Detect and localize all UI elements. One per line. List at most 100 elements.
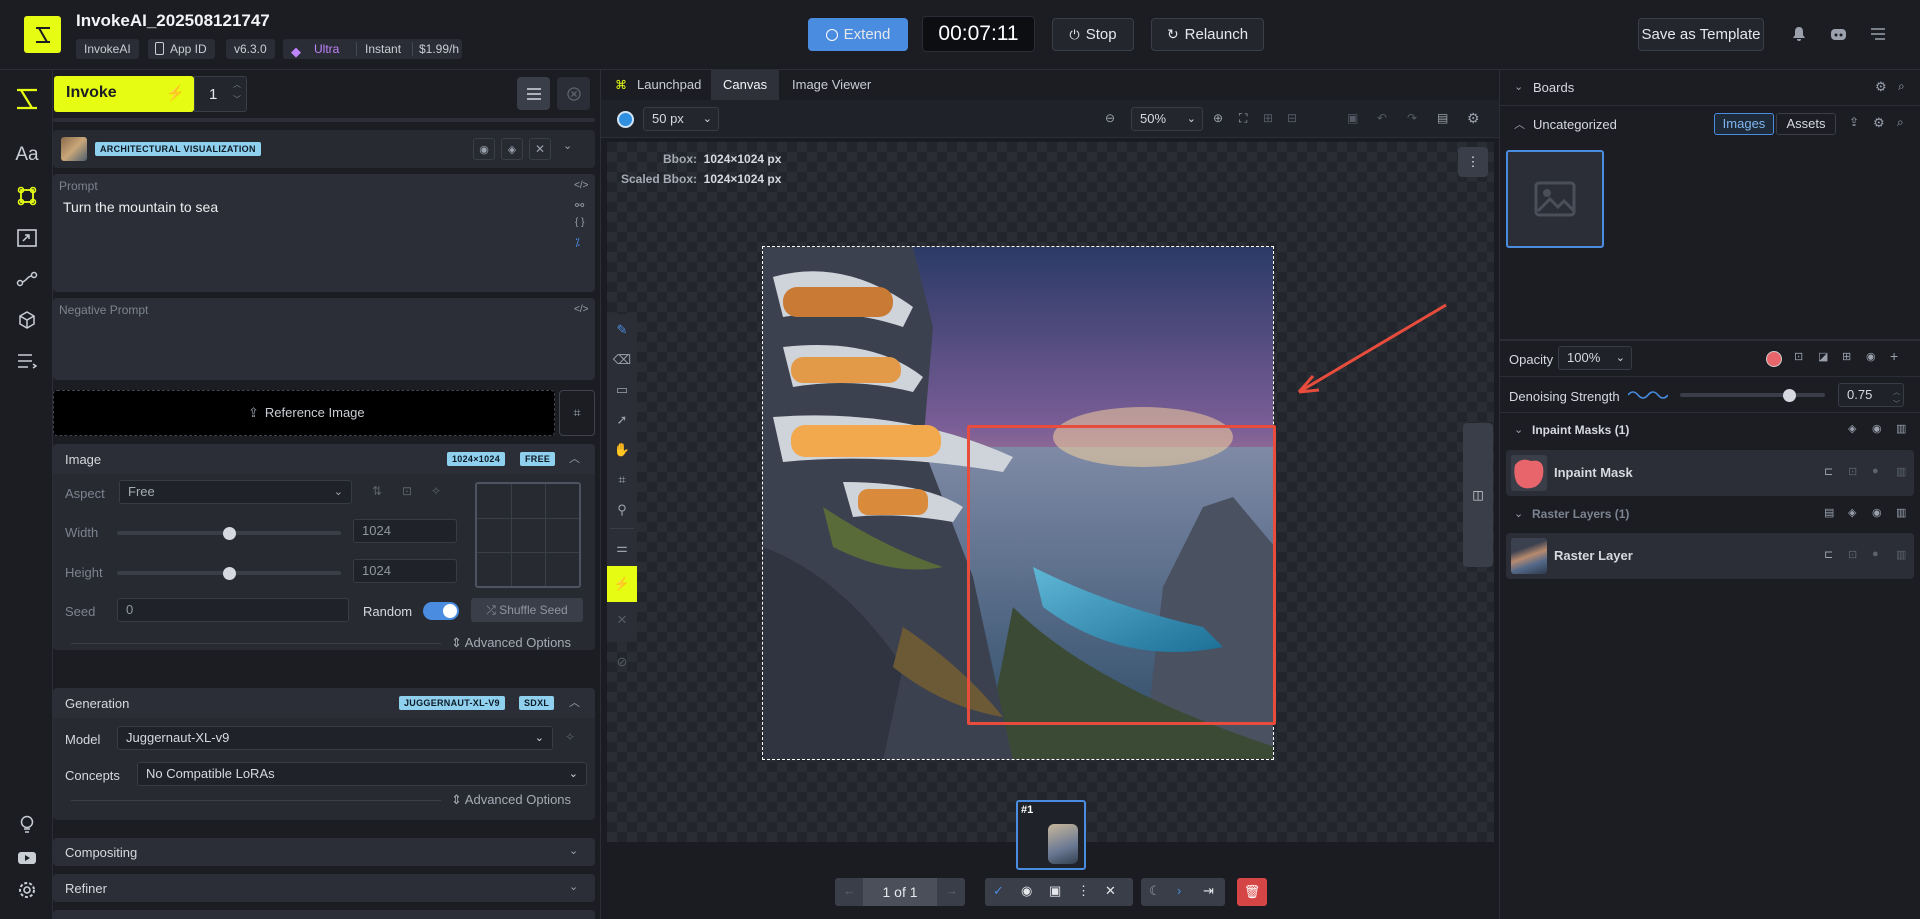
negative-prompt-box[interactable]: Negative Prompt </> <box>53 298 595 380</box>
stop-button[interactable]: ⏻ Stop <box>1052 18 1134 51</box>
denoise-slider[interactable] <box>1680 393 1825 397</box>
discard-icon[interactable]: ✕ <box>1105 883 1116 899</box>
chevron-down-icon[interactable]: ⌄ <box>563 139 572 152</box>
trash-icon[interactable]: ▥ <box>1896 422 1906 435</box>
visibility-dot-icon[interactable]: ● <box>1872 465 1879 477</box>
image-section-header[interactable]: Image 1024×1024 FREE ︿ <box>53 444 595 474</box>
eye-icon[interactable]: ◉ <box>1866 350 1876 363</box>
save-as-template-button[interactable]: Save as Template <box>1638 18 1764 51</box>
advanced-options-toggle[interactable]: ⇕ Advanced Options <box>451 635 571 651</box>
raster-layer[interactable]: Raster Layer ⊏ ⊡ ● ▥ <box>1506 533 1914 579</box>
visibility-dot-icon[interactable]: ● <box>1872 548 1879 560</box>
concepts-select[interactable]: No Compatible LoRAs ⌄ <box>137 762 587 786</box>
tab-images[interactable]: Images <box>1714 113 1774 135</box>
transform-icon[interactable]: ⊡ <box>1794 350 1803 363</box>
model-settings-icon[interactable]: ✧ <box>565 730 575 744</box>
prompt-expand-icon[interactable]: ⁒ <box>575 236 580 249</box>
search-icon[interactable]: ⌕ <box>1897 115 1904 130</box>
layers-panel-toggle[interactable]: ◫ <box>1463 423 1493 567</box>
inpaint-masks-group-header[interactable]: ⌄ Inpaint Masks (1) ◈ ◉ ▥ <box>1500 413 1920 447</box>
models-icon[interactable] <box>14 307 40 333</box>
search-icon[interactable]: ⌕ <box>1898 79 1905 94</box>
layers-icon[interactable]: ◈ <box>1848 506 1856 519</box>
youtube-icon[interactable] <box>14 845 40 871</box>
zoom-select[interactable]: 50% ⌄ <box>1131 107 1203 131</box>
relaunch-button[interactable]: ↻ Relaunch <box>1151 18 1264 51</box>
brush-size-select[interactable]: 50 px ⌄ <box>643 107 719 131</box>
moon-icon[interactable]: ☾ <box>1149 883 1161 899</box>
trash-icon[interactable]: ▥ <box>1896 465 1906 478</box>
upscale-icon[interactable] <box>14 225 40 251</box>
upload-icon[interactable]: ⇪ <box>1849 115 1859 129</box>
gear-icon[interactable]: ⚙ <box>1873 115 1885 131</box>
file-icon[interactable]: ▤ <box>1437 111 1448 125</box>
invoke-logo-icon[interactable] <box>14 86 40 112</box>
lock-icon[interactable]: ⊡ <box>402 484 412 498</box>
boards-header[interactable]: ⌄ Boards ⚙ ⌕ <box>1500 70 1920 106</box>
staging-thumbnail[interactable]: #1 <box>1016 800 1086 870</box>
prompt-box[interactable]: Prompt Turn the mountain to sea </> ⚯ { … <box>53 174 595 292</box>
swap-icon[interactable]: ⇅ <box>372 484 382 498</box>
select-tool-icon[interactable]: ➚ <box>610 408 634 432</box>
hand-tool-icon[interactable]: ✋ <box>610 438 634 462</box>
fit-layers-icon[interactable]: ⊟ <box>1287 111 1297 125</box>
close-icon[interactable]: ✕ <box>610 608 634 632</box>
chevron-up-icon[interactable]: ︿ <box>233 79 241 90</box>
style-preset-selector[interactable]: ARCHITECTURAL VISUALIZATION ◉ ◈ ✕ ⌄ <box>53 130 595 168</box>
height-input[interactable]: 1024 <box>353 559 457 583</box>
app-logo[interactable] <box>24 16 61 53</box>
code-icon[interactable]: </> <box>574 304 588 315</box>
extend-button[interactable]: Extend <box>808 18 908 51</box>
chevron-right-icon[interactable]: › <box>1177 883 1181 898</box>
iterations-stepper[interactable]: 1 ︿ ﹀ <box>194 76 247 112</box>
layers-icon[interactable]: ◈ <box>1848 422 1856 435</box>
generation-section-header[interactable]: Generation JUGGERNAUT-XL-V9 SDXL ︿ <box>53 688 595 718</box>
fit-icon[interactable]: ⛶ <box>1239 111 1247 126</box>
invert-icon[interactable]: ◪ <box>1818 350 1828 363</box>
bookmark-icon[interactable]: ⊏ <box>1824 465 1833 478</box>
chip-app-id[interactable]: App ID <box>148 39 215 59</box>
denoise-input[interactable]: 0.75 ︿ ﹀ <box>1838 383 1904 408</box>
workflows-icon[interactable] <box>14 266 40 292</box>
lightbulb-icon[interactable] <box>14 812 40 838</box>
eye-icon[interactable]: ◉ <box>1021 883 1032 899</box>
eye-icon[interactable]: ◉ <box>1872 506 1882 519</box>
canvas-menu-button[interactable]: ⋮ <box>1458 147 1488 177</box>
tab-canvas[interactable]: Canvas <box>711 70 780 100</box>
sparkle-icon[interactable]: ✧ <box>431 484 441 498</box>
advanced-options-toggle[interactable]: ⇕ Advanced Options <box>451 792 571 808</box>
tab-image-viewer[interactable]: Image Viewer <box>780 70 883 100</box>
chevron-up-icon[interactable]: ︿ <box>569 694 580 710</box>
undo-icon[interactable]: ↶ <box>1377 111 1387 125</box>
trash-icon[interactable]: ▥ <box>1896 506 1906 519</box>
denoise-slider-thumb[interactable] <box>1782 389 1796 402</box>
braces-icon[interactable]: { } <box>575 217 584 228</box>
chevron-up-icon[interactable]: ︿ <box>569 450 580 466</box>
arrow-right-icon[interactable]: → <box>945 883 958 898</box>
model-select[interactable]: Juggernaut-XL-v9 ⌄ <box>117 726 553 750</box>
sliders-icon[interactable]: ⚌ <box>610 536 634 560</box>
bbox-tool-icon[interactable]: ⌗ <box>610 468 634 492</box>
code-icon[interactable]: </> <box>574 180 588 191</box>
file-icon[interactable]: ▤ <box>1824 506 1834 519</box>
zoom-out-icon[interactable]: ⊖ <box>1105 111 1115 125</box>
invoke-button[interactable]: Invoke ⚡ <box>54 76 194 112</box>
merge-icon[interactable]: ⊞ <box>1842 350 1851 363</box>
brush-tool-icon[interactable]: ✎ <box>610 318 634 342</box>
reference-image-canvas-button[interactable]: ⌗ <box>559 390 595 436</box>
width-input[interactable]: 1024 <box>353 519 457 543</box>
seed-input[interactable]: 0 <box>117 598 349 622</box>
delete-staging-button[interactable]: 🗑 <box>1237 878 1267 906</box>
eye-icon[interactable]: ◉ <box>473 138 495 160</box>
fit-bbox-icon[interactable]: ⊞ <box>1263 111 1273 125</box>
arrow-left-icon[interactable]: ← <box>843 883 856 898</box>
mask-color-swatch[interactable] <box>1766 351 1782 367</box>
save-icon[interactable]: ▣ <box>1347 111 1358 125</box>
skip-end-icon[interactable]: ⇥ <box>1203 883 1214 899</box>
chevron-down-icon[interactable]: ﹀ <box>233 94 241 105</box>
lock-icon[interactable]: ⊡ <box>1848 465 1857 478</box>
redo-icon[interactable]: ↷ <box>1407 111 1417 125</box>
compositing-section-header[interactable]: Compositing ⌄ <box>53 838 595 866</box>
canvas-settings-gear-icon[interactable]: ⚙ <box>1467 110 1480 127</box>
queue-menu-button[interactable] <box>517 77 550 110</box>
